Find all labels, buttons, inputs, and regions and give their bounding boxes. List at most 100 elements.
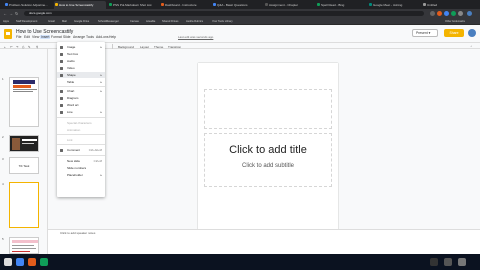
- browser-tab[interactable]: Assignment - Chapter: [264, 1, 314, 9]
- slide-filmstrip: 1 2 3 Tilt Task 4 5: [0, 49, 48, 254]
- bookmark[interactable]: Staff Development: [16, 19, 37, 24]
- bookmark[interactable]: Your Tools Library: [212, 19, 233, 24]
- address-bar[interactable]: docs.google.com: [24, 11, 424, 16]
- menu-item-text-box[interactable]: Text box: [57, 51, 105, 57]
- submenu-arrow-icon: ▸: [100, 73, 102, 77]
- browser-tab-active[interactable]: How to Use Screencastify: [54, 1, 106, 9]
- layout-button[interactable]: Layout: [140, 45, 149, 49]
- title-placeholder[interactable]: [204, 89, 332, 129]
- menu-item-video[interactable]: Video: [57, 65, 105, 71]
- browser-tab[interactable]: Untitled: [422, 1, 468, 9]
- extension-icon[interactable]: [458, 11, 463, 16]
- battery-icon[interactable]: [458, 258, 466, 266]
- bookmark[interactable]: SchoolMessenger: [98, 19, 119, 24]
- menu-help[interactable]: Help: [109, 35, 116, 39]
- bookmark[interactable]: Audria Rubrics: [186, 19, 203, 24]
- browser-tab[interactable]: Problem-Solution Adjustme...: [4, 1, 54, 9]
- status-tray[interactable]: [430, 258, 438, 266]
- menu-add-ons[interactable]: Add-ons: [96, 35, 109, 39]
- slide-thumbnail-selected[interactable]: [9, 182, 39, 228]
- extension-icon[interactable]: [444, 11, 449, 16]
- profile-avatar[interactable]: [467, 11, 472, 16]
- slide-canvas[interactable]: Click to add title Click to add subtitle: [198, 63, 338, 245]
- slide-thumbnail[interactable]: Tilt Task: [9, 157, 39, 174]
- redo-icon[interactable]: ↷: [16, 45, 19, 49]
- files-icon[interactable]: [40, 258, 48, 266]
- menu-item-new-slide[interactable]: New slide Ctrl+M: [57, 158, 105, 164]
- bookmark[interactable]: Canvas: [130, 19, 139, 24]
- share-button[interactable]: Share: [444, 29, 464, 37]
- zoom-icon[interactable]: ⚲: [36, 45, 38, 49]
- subtitle-placeholder[interactable]: [204, 133, 332, 187]
- slide-thumbnail[interactable]: [9, 237, 39, 254]
- add-slide-icon[interactable]: +: [4, 45, 6, 49]
- submenu-arrow-icon: ▸: [100, 173, 102, 177]
- menu-item-line[interactable]: Line ▸: [57, 109, 105, 115]
- speaker-notes[interactable]: Click to add speaker notes: [48, 229, 480, 254]
- thumb-photo: [12, 138, 20, 150]
- forward-icon[interactable]: →: [9, 11, 13, 16]
- chrome-icon[interactable]: [16, 258, 24, 266]
- tab-favicon-icon: [109, 3, 112, 6]
- bookmark[interactable]: Mail: [62, 19, 67, 24]
- extension-icon[interactable]: [451, 11, 456, 16]
- paint-format-icon[interactable]: ✎: [28, 45, 31, 49]
- slides-logo-icon[interactable]: [4, 29, 12, 39]
- launcher-icon[interactable]: [4, 258, 12, 266]
- slide-subtitle-text[interactable]: Click to add subtitle: [198, 163, 338, 169]
- menu-item-image[interactable]: Image ▸: [57, 44, 105, 50]
- menu-edit[interactable]: Edit: [24, 35, 30, 39]
- menu-tools[interactable]: Tools: [86, 35, 94, 39]
- menu-slide[interactable]: Slide: [63, 35, 71, 39]
- wifi-icon[interactable]: [444, 258, 452, 266]
- menu-item-placeholder[interactable]: Placeholder ▸: [57, 172, 105, 178]
- browser-tab[interactable]: Q&A - Basic Questions: [212, 1, 262, 9]
- present-button[interactable]: Present ▾: [412, 29, 438, 37]
- slide-thumbnail[interactable]: [9, 135, 39, 152]
- menu-item-audio[interactable]: Audio: [57, 58, 105, 64]
- menu-item-comment[interactable]: Comment Ctrl+Alt+M: [57, 147, 105, 153]
- slide-thumbnail[interactable]: [9, 77, 39, 127]
- bookmark[interactable]: Apps: [3, 19, 9, 24]
- menu-insert[interactable]: Insert: [40, 35, 51, 39]
- extension-icon[interactable]: [437, 11, 442, 16]
- tab-favicon-icon: [423, 3, 426, 6]
- avatar[interactable]: [468, 29, 476, 37]
- last-edit-link[interactable]: Last edit was seconds ago: [178, 35, 213, 39]
- print-icon[interactable]: ⎙: [22, 45, 24, 49]
- menu-item-shape[interactable]: Shape ▸: [57, 72, 105, 78]
- bookmark[interactable]: Aceable: [146, 19, 155, 24]
- collapse-icon[interactable]: ⌃: [470, 45, 473, 49]
- menu-item-word-art[interactable]: Word art: [57, 102, 105, 108]
- browser-tab[interactable]: Google Meet - Joining: [368, 1, 420, 9]
- thumb-text-line: [12, 251, 30, 252]
- app-icon[interactable]: [28, 258, 36, 266]
- undo-icon[interactable]: ↶: [10, 45, 13, 49]
- menu-arrange[interactable]: Arrange: [73, 35, 85, 39]
- theme-button[interactable]: Theme: [154, 45, 163, 49]
- menu-view[interactable]: View: [32, 35, 39, 39]
- transition-button[interactable]: Transition: [168, 45, 181, 49]
- bookmark-other[interactable]: Other bookmarks: [445, 19, 465, 24]
- slide-number: 2: [2, 135, 4, 139]
- background-button[interactable]: Background: [118, 45, 134, 49]
- thumb-text-line: [12, 245, 34, 246]
- bookmark[interactable]: Google Drive: [74, 19, 89, 24]
- back-icon[interactable]: ←: [3, 11, 7, 16]
- reload-icon[interactable]: ↻: [15, 11, 18, 16]
- menu-item-chart[interactable]: Chart ▸: [57, 88, 105, 94]
- star-icon[interactable]: ☆: [68, 29, 72, 34]
- menu-divider: [57, 144, 105, 145]
- menu-item-table[interactable]: Table ▸: [57, 79, 105, 85]
- bookmark[interactable]: Shared Drives: [162, 19, 178, 24]
- menu-item-diagram[interactable]: Diagram: [57, 95, 105, 101]
- browser-tab[interactable]: PSS Pol-Markdown Shot List: [108, 1, 158, 9]
- menu-item-slide-numbers[interactable]: Slide numbers: [57, 165, 105, 171]
- slide-title-text[interactable]: Click to add title: [198, 144, 338, 156]
- browser-tab[interactable]: Spell Read - Bing: [316, 1, 366, 9]
- menu-format[interactable]: Format: [51, 35, 62, 39]
- menu-file[interactable]: File: [16, 35, 21, 39]
- extension-icon[interactable]: [430, 11, 435, 16]
- bookmark[interactable]: Gmail: [48, 19, 55, 24]
- browser-tab[interactable]: Dashboard - Instructure: [160, 1, 210, 9]
